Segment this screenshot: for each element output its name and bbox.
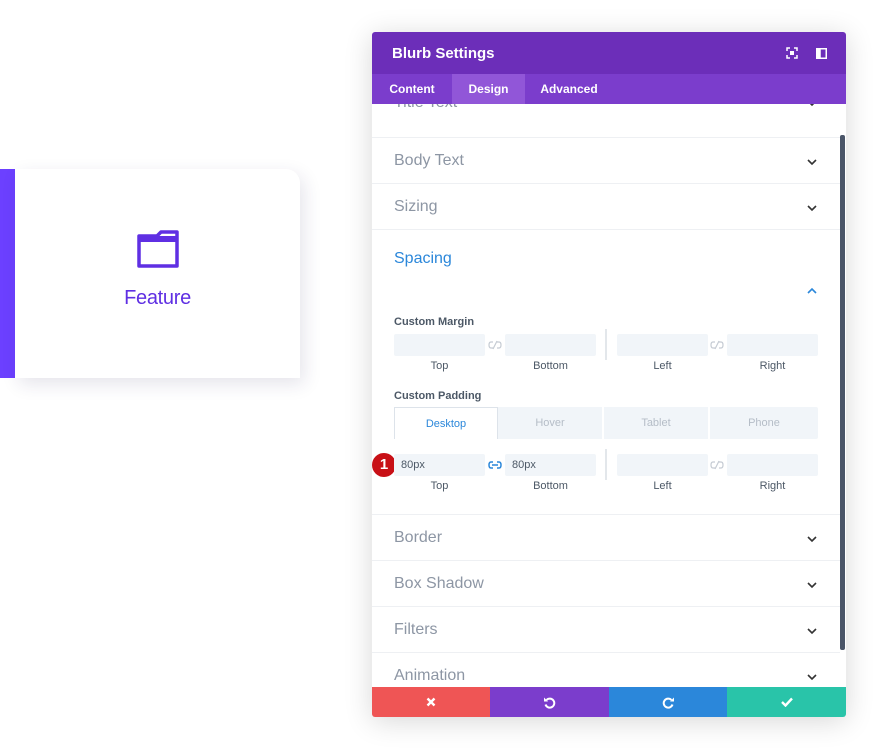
section-body-text[interactable]: Body Text <box>372 138 840 184</box>
section-label: Sizing <box>394 198 438 215</box>
undo-button[interactable] <box>490 687 609 717</box>
settings-scrollbar[interactable] <box>840 135 845 650</box>
margin-left-input[interactable] <box>617 334 708 356</box>
settings-body: Title Text Body Text Sizing Spacing Cust… <box>372 104 846 687</box>
fullscreen-button[interactable] <box>783 44 801 62</box>
section-label: Animation <box>394 667 466 684</box>
margin-bottom-caption: Bottom <box>533 360 568 372</box>
section-spacing-title[interactable]: Spacing <box>394 250 452 268</box>
section-label: Body Text <box>394 152 464 169</box>
custom-margin-label: Custom Margin <box>394 316 475 328</box>
padding-divider <box>605 449 607 480</box>
section-label: Filters <box>394 621 438 638</box>
step-badge: 1 <box>372 453 396 477</box>
tab-content[interactable]: Content <box>372 74 452 104</box>
fullscreen-icon <box>786 47 798 59</box>
margin-left-caption: Left <box>653 360 672 372</box>
sidebar-toggle-button[interactable] <box>812 44 830 62</box>
section-label: Title Text <box>394 104 457 112</box>
section-sizing[interactable]: Sizing <box>372 184 840 230</box>
chevron-down-icon <box>807 582 817 589</box>
device-tab-hover[interactable]: Hover <box>498 407 604 439</box>
section-title-text[interactable]: Title Text <box>372 104 840 138</box>
chevron-down-icon <box>807 159 817 166</box>
device-tab-desktop[interactable]: Desktop <box>394 407 498 439</box>
modal-header: Blurb Settings <box>372 32 846 74</box>
check-icon <box>780 697 793 707</box>
margin-divider <box>605 329 607 360</box>
feature-blurb-card[interactable]: Feature <box>15 169 300 378</box>
link-active-icon[interactable] <box>488 460 502 470</box>
folder-icon <box>137 230 179 268</box>
device-tabs: Desktop Hover Tablet Phone <box>394 407 818 439</box>
card-accent-bar <box>0 169 15 378</box>
tab-design[interactable]: Design <box>452 74 525 104</box>
margin-top-input[interactable] <box>394 334 485 356</box>
margin-top-caption: Top <box>430 360 449 372</box>
sidebar-toggle-icon <box>815 47 827 59</box>
chevron-down-icon <box>807 205 817 212</box>
section-border[interactable]: Border <box>372 515 840 561</box>
cancel-button[interactable] <box>372 687 490 717</box>
margin-bottom-input[interactable] <box>505 334 596 356</box>
chevron-down-icon <box>809 104 815 107</box>
section-filters[interactable]: Filters <box>372 607 840 653</box>
redo-button[interactable] <box>609 687 727 717</box>
section-animation[interactable]: Animation <box>372 653 840 687</box>
device-tab-phone[interactable]: Phone <box>710 407 818 439</box>
settings-tabs: Content Design Advanced <box>372 74 846 104</box>
modal-footer <box>372 687 846 717</box>
padding-left-input[interactable] <box>617 454 708 476</box>
tab-advanced[interactable]: Advanced <box>525 74 613 104</box>
blurb-settings-modal: Blurb Settings Content Design Advanced T… <box>372 32 846 717</box>
modal-title: Blurb Settings <box>392 45 495 62</box>
link-toggle-icon[interactable] <box>488 340 502 350</box>
padding-top-input[interactable]: 80px <box>394 454 485 476</box>
padding-top-caption: Top <box>430 480 449 492</box>
undo-icon <box>544 697 556 709</box>
card-title: Feature <box>124 287 191 309</box>
margin-right-input[interactable] <box>727 334 818 356</box>
section-label: Box Shadow <box>394 575 484 592</box>
section-label: Border <box>394 529 443 546</box>
padding-bottom-caption: Bottom <box>533 480 568 492</box>
padding-right-input[interactable] <box>727 454 818 476</box>
redo-icon <box>662 697 674 709</box>
close-icon <box>426 697 436 707</box>
chevron-down-icon <box>807 628 817 635</box>
chevron-down-icon <box>807 536 817 543</box>
custom-padding-label: Custom Padding <box>394 390 482 402</box>
section-box-shadow[interactable]: Box Shadow <box>372 561 840 607</box>
link-toggle-icon[interactable] <box>710 340 724 350</box>
chevron-down-icon <box>807 674 817 681</box>
chevron-up-icon[interactable] <box>806 287 818 295</box>
padding-bottom-input[interactable]: 80px <box>505 454 596 476</box>
save-button[interactable] <box>727 687 846 717</box>
margin-right-caption: Right <box>759 360 786 372</box>
link-toggle-icon[interactable] <box>710 460 724 470</box>
padding-left-caption: Left <box>653 480 672 492</box>
padding-right-caption: Right <box>759 480 786 492</box>
device-tab-tablet[interactable]: Tablet <box>604 407 710 439</box>
